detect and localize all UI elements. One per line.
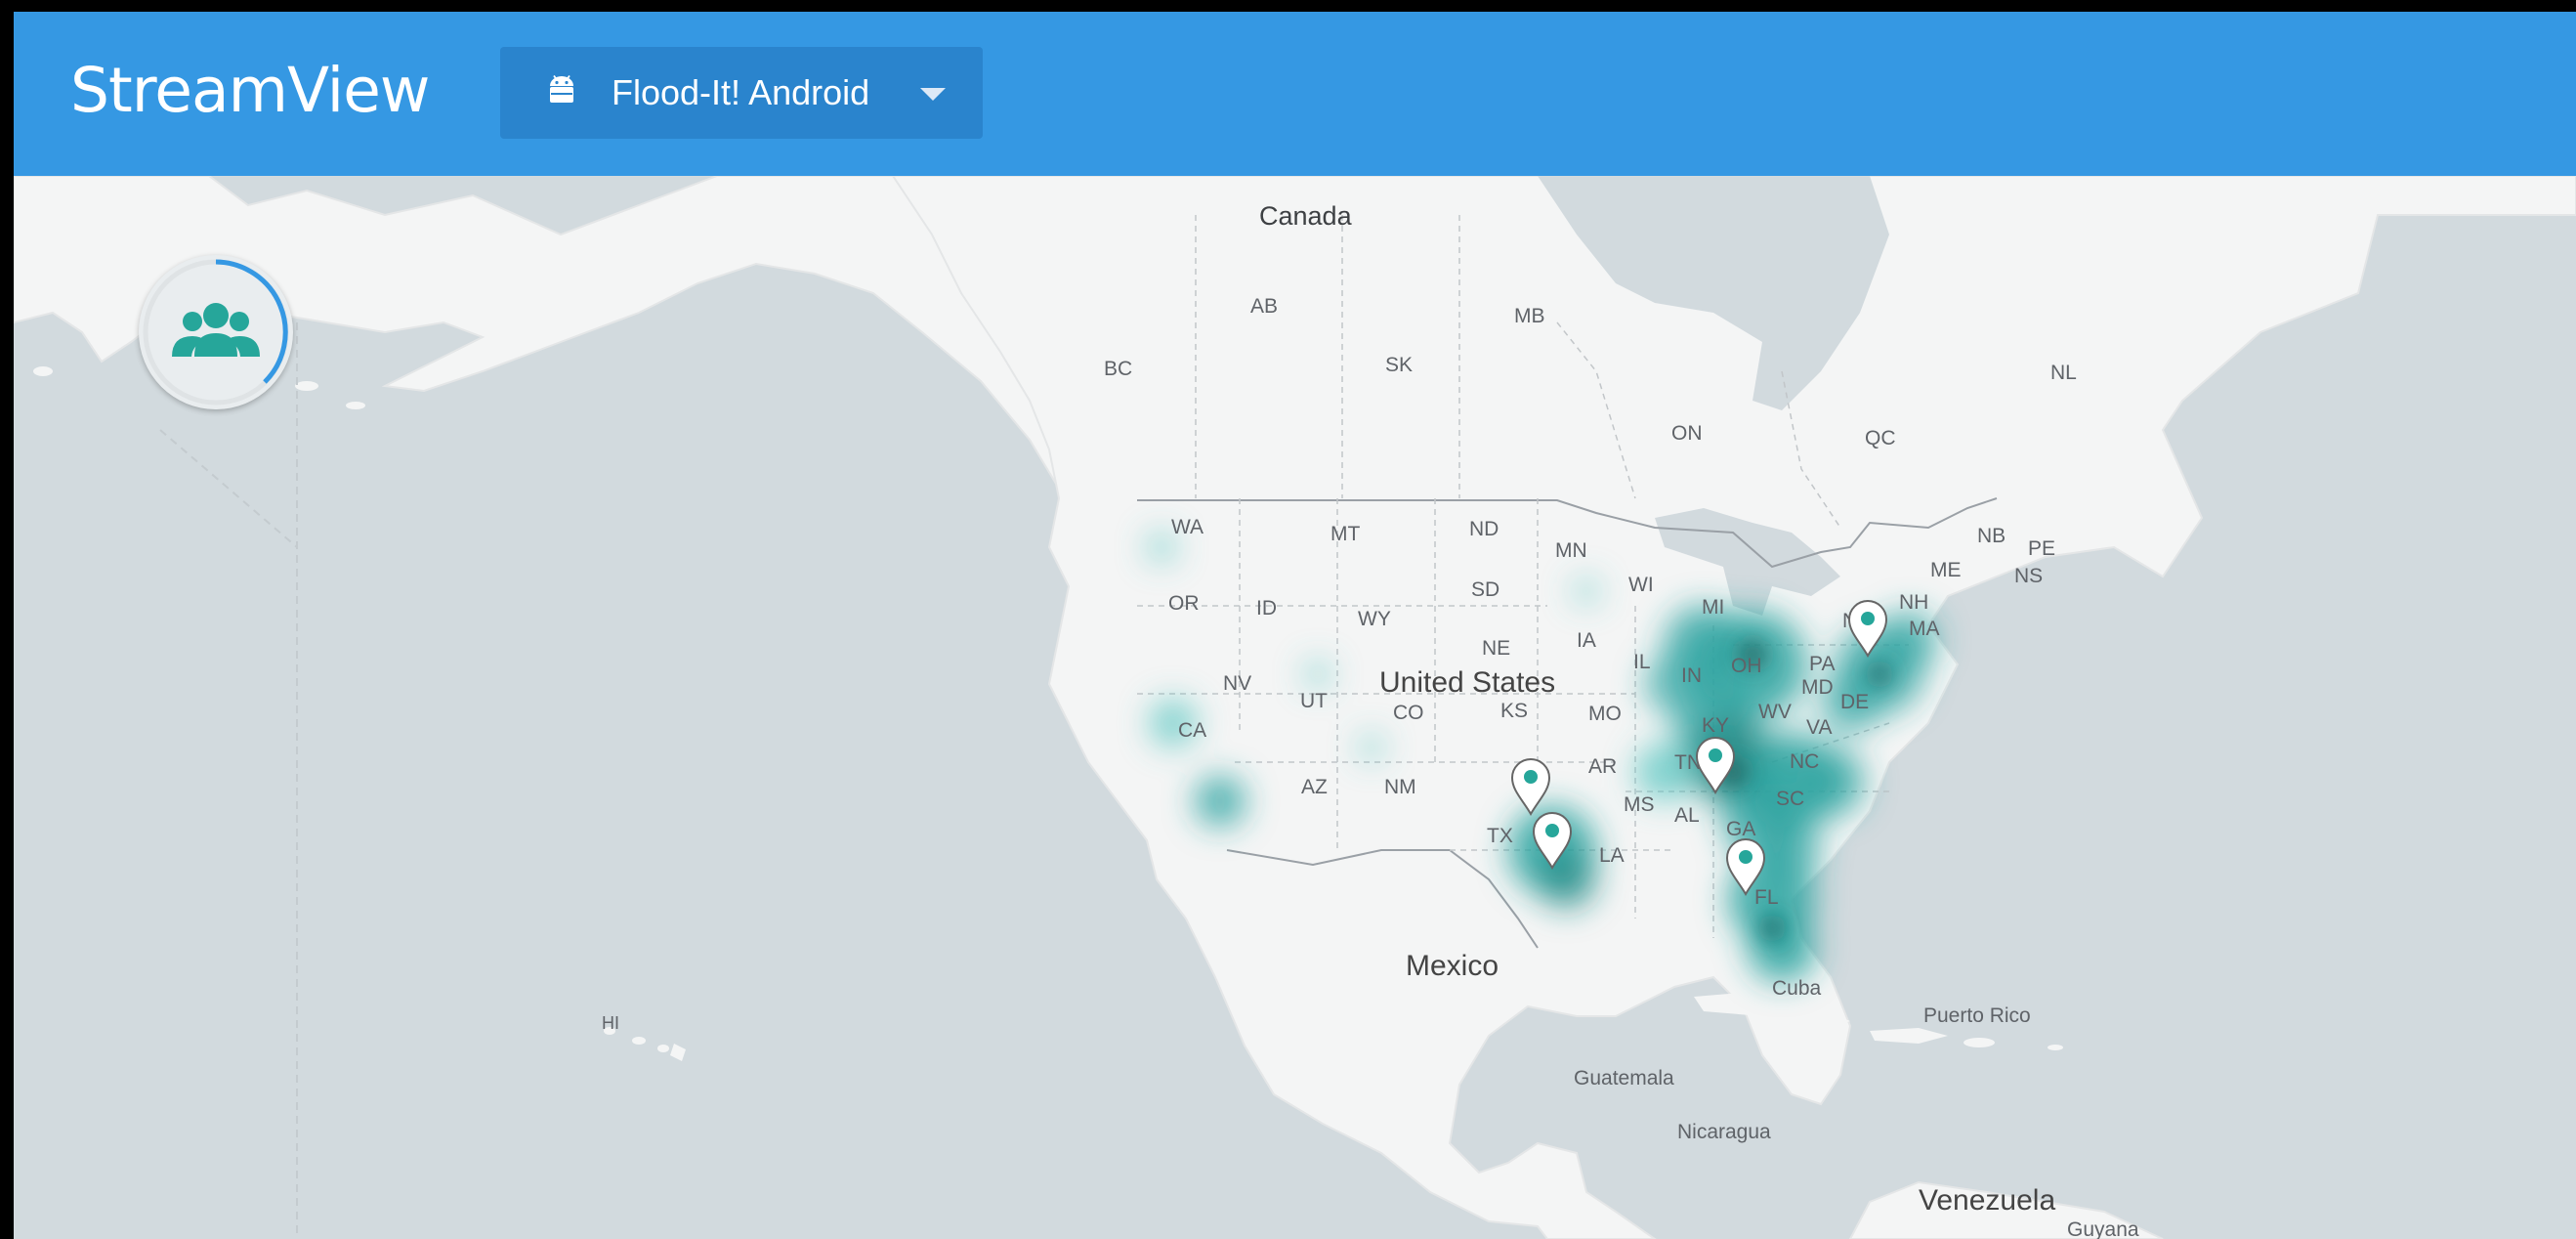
label-nicaragua: Nicaragua bbox=[1677, 1121, 1771, 1143]
label-ne: NE bbox=[1482, 637, 1511, 660]
label-wa: WA bbox=[1171, 516, 1204, 538]
label-ma: MA bbox=[1909, 618, 1940, 640]
top-app-bar: StreamView Flood-It! Android bbox=[14, 12, 2576, 176]
android-icon bbox=[550, 75, 573, 103]
label-tx: TX bbox=[1487, 825, 1513, 847]
label-ia: IA bbox=[1577, 629, 1596, 652]
users-group-icon bbox=[143, 259, 289, 406]
label-oh: OH bbox=[1731, 655, 1762, 677]
label-il: IL bbox=[1633, 651, 1651, 673]
map-canvas bbox=[14, 176, 2576, 1239]
label-ns: NS bbox=[2014, 565, 2044, 587]
label-md: MD bbox=[1801, 676, 1834, 699]
label-de: DE bbox=[1840, 691, 1870, 713]
label-la: LA bbox=[1599, 844, 1625, 867]
label-ca: CA bbox=[1178, 719, 1207, 742]
map-pin-texas-north[interactable] bbox=[1509, 757, 1552, 816]
label-sk: SK bbox=[1385, 354, 1414, 376]
label-qc: QC bbox=[1865, 427, 1896, 449]
label-va: VA bbox=[1806, 716, 1833, 739]
users-toggle-button[interactable] bbox=[139, 255, 293, 409]
label-ut: UT bbox=[1300, 690, 1328, 712]
map-pin-florida[interactable] bbox=[1724, 837, 1767, 896]
label-nv: NV bbox=[1223, 672, 1252, 695]
heatmap-map[interactable]: Canada United States Mexico Cuba Puerto … bbox=[14, 176, 2576, 1239]
label-guatemala: Guatemala bbox=[1574, 1067, 1674, 1089]
label-nc: NC bbox=[1790, 750, 1820, 773]
label-ar: AR bbox=[1588, 755, 1618, 778]
label-or: OR bbox=[1168, 592, 1200, 615]
label-sd: SD bbox=[1471, 578, 1500, 601]
label-ky: KY bbox=[1702, 714, 1730, 737]
label-ab: AB bbox=[1250, 295, 1279, 318]
label-nb: NB bbox=[1977, 525, 2006, 547]
map-pin-texas-south[interactable] bbox=[1531, 811, 1574, 870]
label-mb: MB bbox=[1514, 305, 1545, 327]
label-pa: PA bbox=[1809, 653, 1836, 675]
label-venezuela: Venezuela bbox=[1919, 1184, 2056, 1217]
label-wi: WI bbox=[1628, 574, 1654, 596]
label-nm: NM bbox=[1384, 776, 1416, 798]
label-nh: NH bbox=[1899, 591, 1929, 614]
caret-down-icon bbox=[920, 88, 946, 101]
label-mi: MI bbox=[1702, 596, 1725, 619]
label-id: ID bbox=[1256, 597, 1277, 620]
label-pe: PE bbox=[2028, 537, 2056, 560]
label-co: CO bbox=[1393, 702, 1424, 724]
app-window: StreamView Flood-It! Android Canada Unit… bbox=[14, 12, 2576, 1239]
label-az: AZ bbox=[1301, 776, 1328, 798]
label-canada: Canada bbox=[1259, 201, 1352, 231]
map-pin-new-york[interactable] bbox=[1846, 599, 1889, 658]
label-mn: MN bbox=[1555, 539, 1587, 562]
label-ks: KS bbox=[1500, 700, 1529, 722]
label-al: AL bbox=[1674, 804, 1700, 827]
map-pin-tennessee[interactable] bbox=[1694, 736, 1737, 794]
label-on: ON bbox=[1671, 422, 1703, 445]
label-me: ME bbox=[1930, 559, 1962, 581]
label-cuba: Cuba bbox=[1772, 977, 1822, 1000]
label-puerto-rico: Puerto Rico bbox=[1923, 1004, 2031, 1027]
label-nd: ND bbox=[1469, 518, 1499, 540]
selected-app-label: Flood-It! Android bbox=[612, 72, 870, 112]
app-selector-dropdown[interactable]: Flood-It! Android bbox=[500, 47, 983, 139]
label-sc: SC bbox=[1776, 788, 1805, 810]
label-mexico: Mexico bbox=[1406, 950, 1499, 982]
label-ms: MS bbox=[1624, 793, 1655, 816]
label-united-states: United States bbox=[1379, 666, 1556, 699]
label-mt: MT bbox=[1330, 523, 1361, 545]
label-wv: WV bbox=[1758, 701, 1792, 723]
label-guyana: Guyana bbox=[2067, 1218, 2139, 1239]
label-mo: MO bbox=[1588, 703, 1622, 725]
label-bc: BC bbox=[1104, 358, 1133, 380]
label-wy: WY bbox=[1358, 608, 1391, 630]
brand-title: StreamView bbox=[70, 55, 430, 126]
label-in: IN bbox=[1681, 664, 1702, 687]
label-hi: HI bbox=[602, 1013, 619, 1033]
label-nl: NL bbox=[2050, 362, 2077, 384]
